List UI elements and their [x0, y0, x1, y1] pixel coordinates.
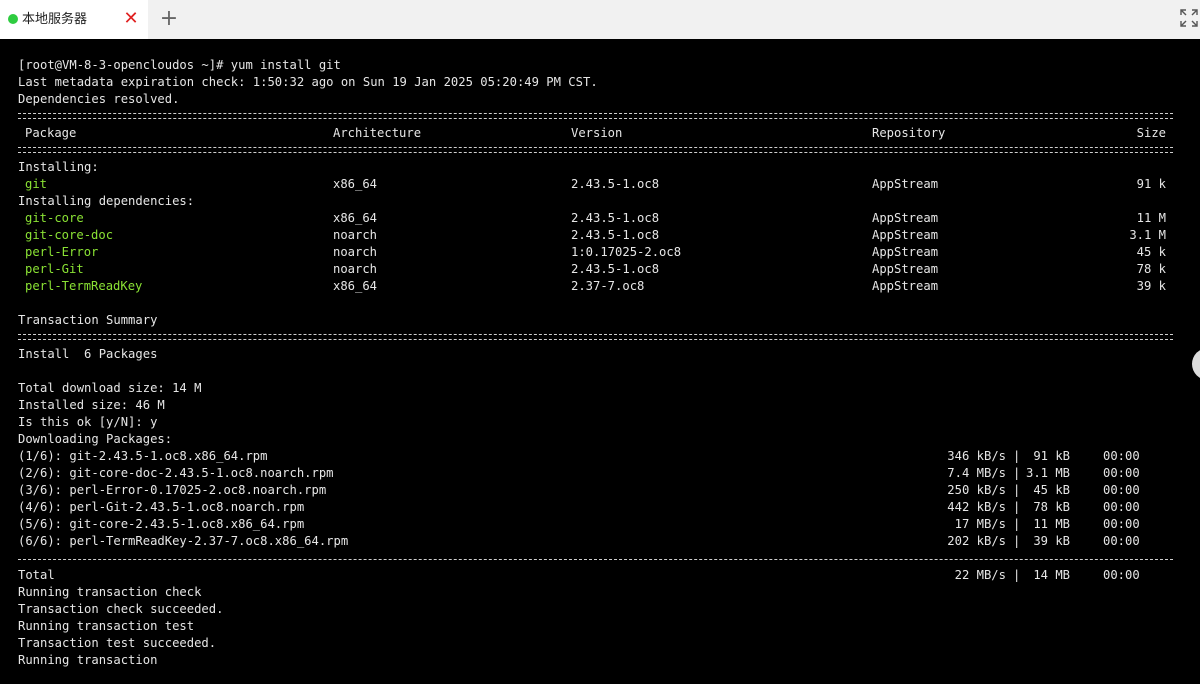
package-size: 91 k	[1136, 177, 1166, 191]
header-repository: Repository	[872, 126, 946, 140]
confirm-prompt: Is this ok [y/N]: y	[18, 415, 158, 429]
package-size: 39 k	[1136, 279, 1166, 293]
package-name: git-core-doc	[25, 228, 114, 242]
installed-size: Installed size: 46 M	[18, 398, 165, 412]
download-size: 39 kB	[1026, 534, 1071, 548]
download-separator: |	[1013, 449, 1021, 463]
single-rule	[18, 559, 1173, 560]
log-line: Running transaction check	[18, 585, 202, 599]
download-separator: |	[1013, 483, 1021, 497]
download-time: 00:00	[1103, 517, 1140, 531]
download-size: 45 kB	[1026, 483, 1071, 497]
download-file: (4/6): perl-Git-2.43.5-1.oc8.noarch.rpm	[18, 500, 305, 514]
package-arch: x86_64	[333, 211, 378, 225]
connection-status-icon	[8, 14, 18, 24]
package-version: 2.37-7.oc8	[571, 279, 645, 293]
total-size: 14 MB	[1026, 568, 1071, 582]
downloading-label: Downloading Packages:	[18, 432, 173, 446]
package-name: git-core	[25, 211, 84, 225]
download-separator: |	[1013, 517, 1021, 531]
package-name: perl-TermReadKey	[25, 279, 143, 293]
transaction-summary: Transaction Summary	[18, 313, 158, 327]
download-speed: 442 kB/s	[947, 500, 1006, 514]
download-file: (3/6): perl-Error-0.17025-2.oc8.noarch.r…	[18, 483, 327, 497]
header-size: Size	[1136, 126, 1166, 140]
download-size: 3.1 MB	[1026, 466, 1071, 480]
tab-title: 本地服务器	[22, 11, 88, 26]
header-version: Version	[571, 126, 623, 140]
installing-label: Installing:	[18, 160, 99, 174]
download-separator: |	[1013, 500, 1021, 514]
package-name: perl-Error	[25, 245, 99, 259]
deps-label: Installing dependencies:	[18, 194, 195, 208]
total-separator: |	[1013, 568, 1021, 582]
double-rule	[18, 334, 1173, 340]
package-arch: noarch	[333, 245, 378, 259]
log-line: Transaction check succeeded.	[18, 602, 224, 616]
package-version: 2.43.5-1.oc8	[571, 228, 660, 242]
fullscreen-icon[interactable]	[1180, 9, 1198, 27]
log-line: Transaction test succeeded.	[18, 636, 217, 650]
package-version: 1:0.17025-2.oc8	[571, 245, 682, 259]
package-repo: AppStream	[872, 279, 939, 293]
download-file: (1/6): git-2.43.5-1.oc8.x86_64.rpm	[18, 449, 268, 463]
download-time: 00:00	[1103, 500, 1140, 514]
header-architecture: Architecture	[333, 126, 422, 140]
header-package: Package	[25, 126, 77, 140]
download-size: 78 kB	[1026, 500, 1071, 514]
package-arch: x86_64	[333, 279, 378, 293]
package-name: git	[25, 177, 48, 191]
install-count: Install 6 Packages	[18, 347, 158, 361]
package-arch: x86_64	[333, 177, 378, 191]
package-size: 45 k	[1136, 245, 1166, 259]
package-size: 11 M	[1136, 211, 1166, 225]
download-speed: 346 kB/s	[947, 449, 1006, 463]
tab-local-server[interactable]: 本地服务器 ✕	[0, 0, 148, 39]
download-time: 00:00	[1103, 534, 1140, 548]
package-repo: AppStream	[872, 245, 939, 259]
add-tab-button[interactable]: +	[157, 6, 181, 32]
package-arch: noarch	[333, 262, 378, 276]
package-repo: AppStream	[872, 211, 939, 225]
package-version: 2.43.5-1.oc8	[571, 177, 660, 191]
package-size: 78 k	[1136, 262, 1166, 276]
download-size: 91 kB	[1026, 449, 1071, 463]
command-line: [root@VM-8-3-opencloudos ~]# yum install…	[18, 58, 341, 72]
package-name: perl-Git	[25, 262, 84, 276]
total-speed: 22 MB/s	[954, 568, 1006, 582]
download-speed: 250 kB/s	[947, 483, 1006, 497]
terminal-output[interactable]: [root@VM-8-3-opencloudos ~]# yum install…	[0, 39, 1200, 684]
tab-bar: 本地服务器 ✕ +	[0, 0, 1200, 39]
package-version: 2.43.5-1.oc8	[571, 211, 660, 225]
download-separator: |	[1013, 534, 1021, 548]
download-file: (2/6): git-core-doc-2.43.5-1.oc8.noarch.…	[18, 466, 334, 480]
total-download-size: Total download size: 14 M	[18, 381, 202, 395]
log-line: Running transaction test	[18, 619, 195, 633]
download-time: 00:00	[1103, 449, 1140, 463]
log-line: Running transaction	[18, 653, 158, 667]
download-speed: 17 MB/s	[954, 517, 1006, 531]
total-label: Total	[18, 568, 55, 582]
deps-resolved-line: Dependencies resolved.	[18, 92, 180, 106]
package-arch: noarch	[333, 228, 378, 242]
double-rule	[18, 113, 1173, 119]
download-speed: 202 kB/s	[947, 534, 1006, 548]
metadata-line: Last metadata expiration check: 1:50:32 …	[18, 75, 598, 89]
download-time: 00:00	[1103, 466, 1140, 480]
package-version: 2.43.5-1.oc8	[571, 262, 660, 276]
package-repo: AppStream	[872, 262, 939, 276]
double-rule	[18, 147, 1173, 153]
download-file: (5/6): git-core-2.43.5-1.oc8.x86_64.rpm	[18, 517, 305, 531]
download-size: 11 MB	[1026, 517, 1071, 531]
package-repo: AppStream	[872, 177, 939, 191]
close-icon[interactable]: ✕	[121, 9, 141, 29]
download-time: 00:00	[1103, 483, 1140, 497]
package-size: 3.1 M	[1129, 228, 1166, 242]
download-file: (6/6): perl-TermReadKey-2.37-7.oc8.x86_6…	[18, 534, 349, 548]
package-repo: AppStream	[872, 228, 939, 242]
download-speed: 7.4 MB/s	[947, 466, 1006, 480]
download-separator: |	[1013, 466, 1021, 480]
total-time: 00:00	[1103, 568, 1140, 582]
